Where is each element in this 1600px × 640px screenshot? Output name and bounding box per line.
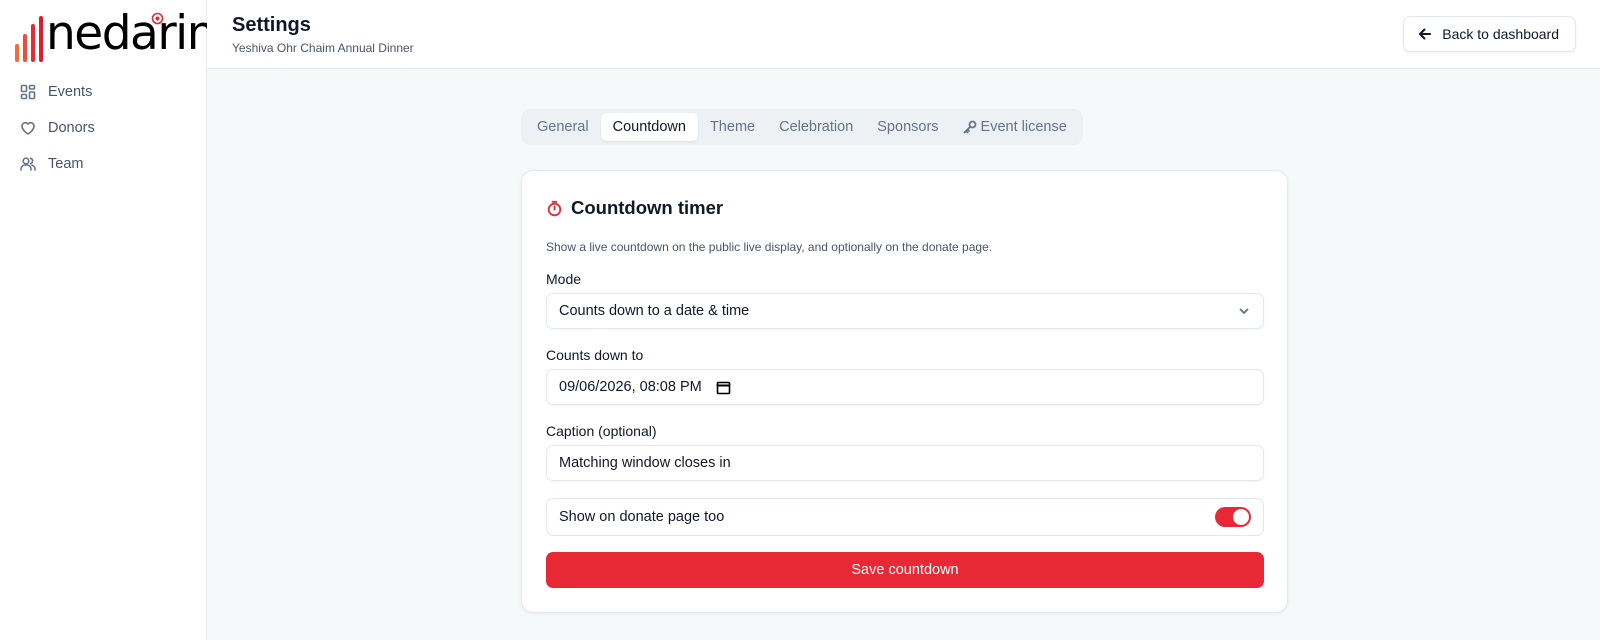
tab-event-license[interactable]: Event license [951, 113, 1079, 141]
mode-select[interactable]: Counts down to a date & time [546, 293, 1264, 329]
countdown-card: Countdown timer Show a live countdown on… [521, 170, 1288, 613]
sidebar-item-label: Team [48, 156, 84, 172]
back-button-label: Back to dashboard [1442, 26, 1559, 42]
logo-wordmark: nedarim [46, 6, 233, 61]
mode-label: Mode [546, 271, 582, 287]
show-on-donate-row: Show on donate page too [546, 498, 1264, 536]
calendar-icon[interactable] [716, 380, 731, 395]
tab-label: Sponsors [877, 119, 939, 135]
page-title: Settings [232, 14, 311, 36]
sidebar-item-events[interactable]: Events [0, 74, 207, 110]
mode-selected-value: Counts down to a date & time [559, 303, 750, 319]
arrow-left-icon [1419, 28, 1432, 40]
users-icon [20, 157, 36, 171]
tab-label: Theme [709, 119, 756, 135]
tab-label: General [537, 119, 589, 135]
back-to-dashboard-button[interactable]: Back to dashboard [1403, 16, 1576, 52]
tab-sponsors[interactable]: Sponsors [865, 113, 950, 141]
toggle-knob [1233, 509, 1249, 525]
key-icon [963, 120, 976, 134]
sidebar-item-team[interactable]: Team [0, 146, 207, 182]
tab-general[interactable]: General [525, 113, 601, 141]
tab-label: Countdown [612, 119, 686, 135]
sidebar-item-label: Donors [48, 120, 95, 136]
tab-theme[interactable]: Theme [698, 113, 767, 141]
caption-input[interactable]: Matching window closes in [546, 445, 1264, 481]
save-countdown-button[interactable]: Save countdown [546, 552, 1264, 588]
chevron-down-icon [1239, 308, 1249, 314]
event-name: Yeshiva Ohr Chaim Annual Dinner [232, 41, 414, 55]
tab-label: Event license [980, 119, 1067, 135]
tab-celebration[interactable]: Celebration [767, 113, 865, 141]
sidebar-item-donors[interactable]: Donors [0, 110, 207, 146]
card-title-text: Countdown timer [571, 197, 724, 218]
show-on-donate-toggle[interactable] [1215, 507, 1251, 527]
tab-label: Celebration [779, 119, 854, 135]
show-on-donate-label: Show on donate page too [559, 509, 725, 525]
card-description: Show a live countdown on the public live… [546, 240, 993, 254]
caption-value: Matching window closes in [559, 455, 731, 471]
timer-icon [547, 200, 562, 216]
logo-bars-icon [15, 16, 43, 62]
nedarim-logo[interactable]: nedarim [14, 6, 233, 62]
logo-dot-icon [151, 12, 164, 25]
sidebar-item-label: Events [48, 84, 93, 100]
settings-tabs: General Countdown Theme Celebration Spon… [521, 109, 1083, 145]
sidebar: nedarim Events Donors Team [0, 0, 233, 640]
card-title: Countdown timer [546, 197, 723, 219]
sidebar-nav: Events Donors Team [0, 74, 207, 182]
counts-down-to-label: Counts down to [546, 347, 644, 363]
datetime-value: 09/06/2026, 08:08 PM [559, 379, 702, 395]
caption-label: Caption (optional) [546, 423, 657, 439]
tab-countdown[interactable]: Countdown [600, 113, 698, 141]
heart-icon [21, 121, 35, 135]
countdown-datetime-input[interactable]: 09/06/2026, 08:08 PM [546, 369, 1264, 405]
page-header: Settings Yeshiva Ohr Chaim Annual Dinner… [207, 0, 1600, 69]
dashboard-grid-icon [20, 84, 36, 100]
